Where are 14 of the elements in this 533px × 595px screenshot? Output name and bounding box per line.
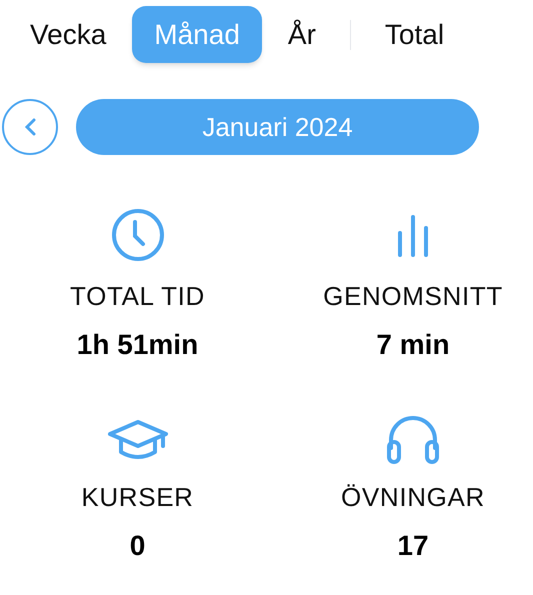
period-tab[interactable]: Vecka	[20, 6, 116, 63]
chevron-left-icon	[24, 117, 36, 137]
stat-value: 7 min	[376, 328, 450, 362]
stat-label: GENOMSNITT	[323, 280, 503, 313]
period-tab[interactable]: År	[278, 6, 326, 63]
period-label: Januari 2024	[76, 99, 479, 155]
previous-button[interactable]	[2, 99, 58, 155]
period-tab[interactable]: Total	[374, 6, 454, 63]
stat-label: ÖVNINGAR	[341, 481, 485, 514]
stat-value: 0	[130, 529, 146, 563]
stat-value: 17	[397, 529, 429, 563]
stat-value: 1h 51min	[76, 328, 198, 362]
stat-label: TOTAL TID	[70, 280, 205, 313]
stat-label: KURSER	[81, 481, 194, 514]
